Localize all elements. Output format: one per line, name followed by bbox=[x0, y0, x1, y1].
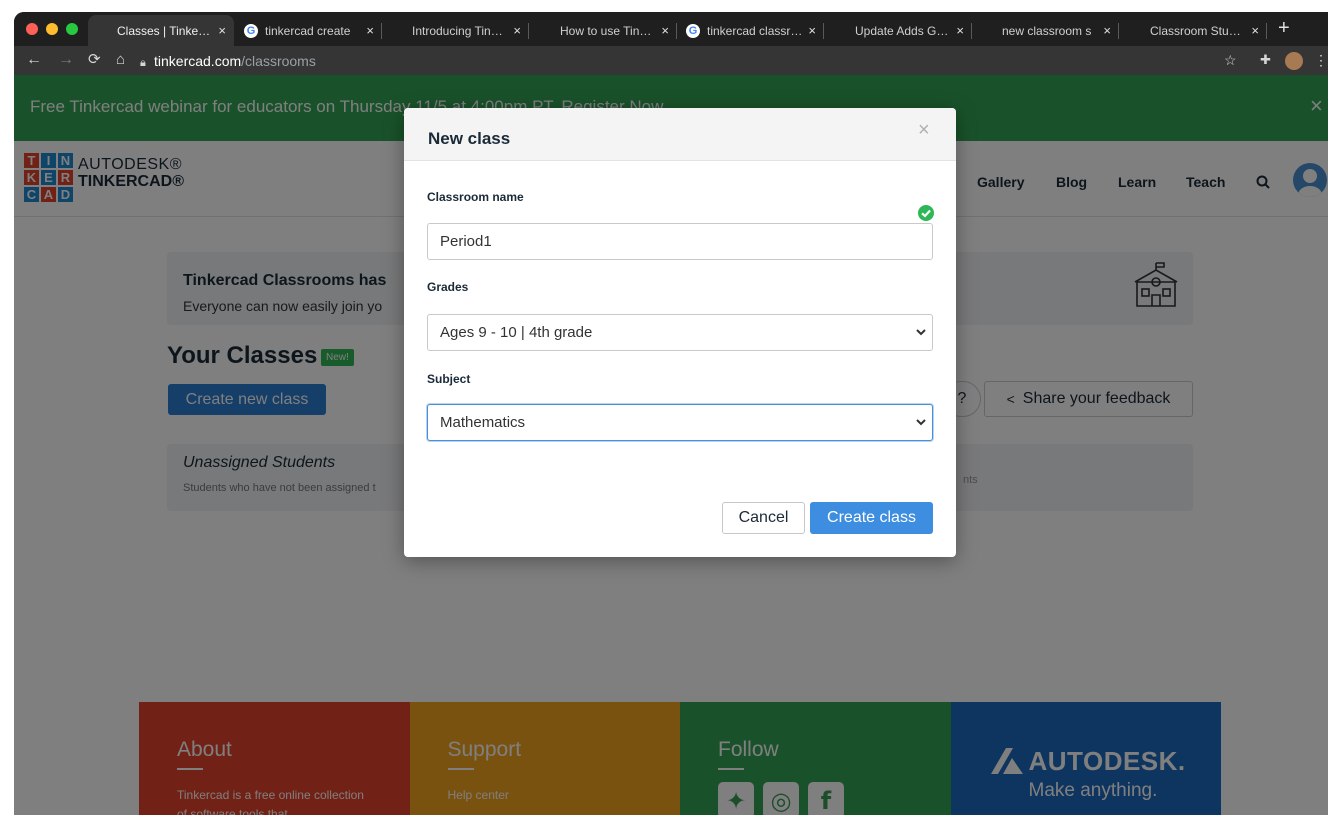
tab-title: new classroom s bbox=[1002, 23, 1092, 38]
tab-separator bbox=[381, 23, 382, 39]
dialog-close-icon[interactable]: × bbox=[918, 120, 930, 140]
browser-tab[interactable]: tinkercad create × bbox=[236, 15, 382, 46]
tab-title: Classes | Tinkercad bbox=[117, 23, 213, 38]
tab-separator bbox=[528, 23, 529, 39]
tab-strip: Classes | Tinkercad×tinkercad create×Int… bbox=[14, 12, 1328, 46]
browser-tab[interactable]: How to use Tinkercad × bbox=[531, 15, 677, 46]
browser-tab[interactable]: Introducing Tinkercad × bbox=[383, 15, 529, 46]
grades-select[interactable]: Ages 9 - 10 | 4th grade bbox=[427, 314, 933, 351]
browser-tab[interactable]: tinkercad classroom × bbox=[678, 15, 824, 46]
menu-icon[interactable]: ⋮ bbox=[1314, 51, 1328, 69]
tinkercad-favicon-icon bbox=[96, 24, 110, 38]
new-tab-button[interactable]: + bbox=[1278, 17, 1290, 40]
google-favicon-icon bbox=[244, 23, 258, 38]
minimize-window-icon[interactable] bbox=[46, 23, 58, 35]
tab-separator bbox=[823, 23, 824, 39]
url-path: /classrooms bbox=[241, 53, 316, 69]
subject-value: Mathematics bbox=[440, 414, 526, 431]
forward-icon[interactable]: → bbox=[58, 51, 74, 69]
google-favicon-icon bbox=[686, 23, 700, 38]
new-class-dialog: New class × Classroom name Period1 Grade… bbox=[404, 108, 956, 557]
dialog-header: New class × bbox=[404, 108, 956, 161]
browser-tab[interactable]: Classroom Student × bbox=[1121, 15, 1267, 46]
tab-separator bbox=[1266, 23, 1267, 39]
address-bar[interactable]: tinkercad.com/classrooms bbox=[138, 52, 1208, 70]
tab-title: Introducing Tinkercad bbox=[412, 23, 508, 38]
tab-close-icon[interactable]: × bbox=[661, 23, 669, 38]
create-class-button[interactable]: Create class bbox=[810, 502, 933, 534]
home-icon[interactable]: ⌂ bbox=[116, 51, 125, 69]
tinkercad-favicon-icon bbox=[834, 24, 848, 38]
tinkercad-favicon-icon bbox=[981, 24, 995, 38]
tab-title: tinkercad create bbox=[265, 23, 351, 38]
zoom-window-icon[interactable] bbox=[66, 23, 78, 35]
close-window-icon[interactable] bbox=[26, 23, 38, 35]
tab-close-icon[interactable]: × bbox=[1251, 23, 1259, 38]
browser-tab[interactable]: Classes | Tinkercad × bbox=[88, 15, 234, 46]
subject-label: Subject bbox=[427, 372, 471, 386]
tab-separator bbox=[971, 23, 972, 39]
bookmark-star-icon[interactable]: ☆ bbox=[1224, 51, 1237, 69]
chevron-down-icon bbox=[916, 329, 926, 336]
tab-close-icon[interactable]: × bbox=[808, 23, 816, 38]
tinkercad-favicon-icon bbox=[391, 24, 405, 38]
cancel-button[interactable]: Cancel bbox=[722, 502, 805, 534]
back-icon[interactable]: ← bbox=[26, 51, 42, 69]
extensions-icon[interactable]: ✚ bbox=[1260, 51, 1271, 69]
grades-value: Ages 9 - 10 | 4th grade bbox=[440, 324, 593, 341]
tab-close-icon[interactable]: × bbox=[218, 23, 226, 38]
tab-close-icon[interactable]: × bbox=[366, 23, 374, 38]
url-text[interactable]: tinkercad.com/classrooms bbox=[154, 53, 316, 69]
valid-check-icon bbox=[918, 205, 934, 221]
chevron-down-icon bbox=[916, 419, 926, 426]
browser-tab[interactable]: new classroom s × bbox=[973, 15, 1119, 46]
classroom-name-input[interactable]: Period1 bbox=[427, 223, 933, 260]
classroom-name-label: Classroom name bbox=[427, 190, 524, 204]
tab-title: Update Adds Google bbox=[855, 23, 950, 38]
tab-title: Classroom Student bbox=[1150, 23, 1246, 38]
tab-title: tinkercad classroom bbox=[707, 23, 802, 38]
grades-label: Grades bbox=[427, 280, 469, 294]
tinkercad-favicon-icon bbox=[539, 24, 553, 38]
tab-separator bbox=[676, 23, 677, 39]
tab-close-icon[interactable]: × bbox=[956, 23, 964, 38]
tab-close-icon[interactable]: × bbox=[513, 23, 521, 38]
url-host: tinkercad.com bbox=[154, 53, 242, 69]
dialog-title: New class bbox=[428, 129, 511, 148]
reload-icon[interactable]: ⟳ bbox=[88, 51, 101, 69]
tab-close-icon[interactable]: × bbox=[1103, 23, 1111, 38]
tab-separator bbox=[1118, 23, 1119, 39]
tinkercad-favicon-icon bbox=[1129, 24, 1143, 38]
browser-tab[interactable]: Update Adds Google × bbox=[826, 15, 972, 46]
subject-select[interactable]: Mathematics bbox=[427, 404, 933, 441]
profile-avatar[interactable] bbox=[1285, 52, 1303, 70]
tab-title: How to use Tinkercad bbox=[560, 23, 656, 38]
